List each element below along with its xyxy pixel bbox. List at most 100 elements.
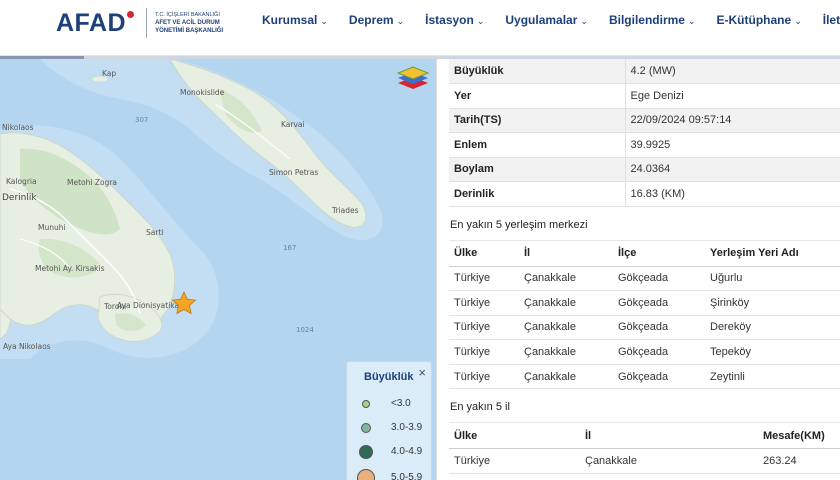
legend-circle-icon — [357, 469, 375, 480]
map-label: Metohi Zogra — [67, 178, 117, 187]
table-cell: 263.24 — [758, 448, 840, 475]
table-cell: Zeytinli — [705, 364, 840, 390]
detail-value: 4.2 (MW) — [624, 59, 840, 84]
chevron-down-icon: ⌄ — [396, 16, 405, 26]
legend-item: <3.0 — [347, 395, 433, 415]
detail-row: Tarih(TS) 22/09/2024 09:57:14 — [449, 108, 840, 133]
settlements-title: En yakın 5 yerleşim merkezi — [450, 218, 588, 231]
nav-label: Deprem — [348, 13, 394, 27]
column-header: İlçe — [613, 239, 705, 267]
map-label: Kalogria — [6, 177, 37, 186]
detail-key: Derinlik — [449, 181, 625, 207]
nav-kurumsal[interactable]: Kurumsal ⌄ — [262, 13, 328, 27]
table-cell: Çanakkale — [519, 339, 613, 365]
table-cell: Türkiye — [449, 473, 580, 480]
table-cell: Türkiye — [449, 364, 519, 390]
table-cell: Çanakkale — [519, 290, 613, 316]
map-label: Triades — [331, 206, 359, 215]
nav-label: Uygulamalar — [505, 13, 578, 27]
table-cell: Gökçeada — [613, 290, 705, 316]
nav-uygulamalar[interactable]: Uygulamalar ⌄ — [505, 13, 588, 27]
detail-key: Tarih(TS) — [449, 108, 625, 133]
map-label: Aya Nikolaos — [3, 342, 51, 351]
detail-row: Yer Ege Denizi — [449, 83, 840, 109]
logo-sub-line: T.C. İÇİŞLERİ BAKANLIĞI — [155, 12, 220, 18]
table-row: Türkiye Çanakkale Gökçeada Tepeköy — [449, 339, 840, 365]
legend-item: 4.0-4.9 — [347, 443, 433, 463]
afad-logo[interactable]: AFAD T.C. İÇİŞLERİ BAKANLIĞI AFET VE ACİ… — [56, 8, 223, 38]
legend-item: 3.0-3.9 — [347, 419, 433, 439]
nav-iletisim[interactable]: İletişim⌄ — [823, 13, 840, 27]
map-label: Derinlik — [2, 193, 37, 203]
chevron-down-icon: ⌄ — [476, 16, 485, 26]
layers-button[interactable] — [394, 65, 432, 101]
legend-label: 3.0-3.9 — [391, 422, 423, 433]
chevron-down-icon: ⌄ — [580, 16, 588, 26]
provinces-table: Ülke İl Mesafe(KM) Türkiye Çanakkale 263.2… — [449, 422, 840, 480]
detail-value: 22/09/2024 09:57:14 — [624, 108, 840, 133]
chevron-down-icon: ⌄ — [687, 16, 696, 26]
details-table: Büyüklük 4.2 (MW) Yer Ege Denizi Tarih(TS)… — [449, 59, 840, 207]
table-row: Türkiye Çanakkale Gökçeada Uğurlu — [449, 266, 840, 292]
table-cell: Çanakkale — [519, 364, 613, 390]
chevron-down-icon: ⌄ — [320, 16, 328, 26]
table-cell: Gökçeada — [613, 315, 705, 341]
map-label: Monokislide — [180, 88, 225, 97]
provinces-title: En yakın 5 il — [450, 401, 510, 414]
column-header: Yerleşim Yeri Adı — [705, 239, 840, 267]
table-cell: Gökçeada — [613, 364, 705, 390]
table-row: Türkiye Çanakkale Gökçeada Dereköy — [449, 315, 840, 341]
column-header: İl — [519, 239, 613, 267]
table-cell: Edirne — [580, 473, 758, 480]
detail-row: Boylam 24.0364 — [449, 157, 840, 182]
settlements-table: Ülke İl İlçe Yerleşim Yeri Adı Türkiye Ça… — [449, 239, 840, 390]
detail-value: Ege Denizi — [624, 83, 840, 109]
nav-deprem[interactable]: Deprem ⌄ — [349, 13, 404, 27]
logo-dot-icon — [127, 10, 135, 18]
legend-label: 4.0-4.9 — [391, 446, 423, 457]
table-header-row: Ülke İl İlçe Yerleşim Yeri Adı — [449, 239, 840, 267]
logo-subtitle: T.C. İÇİŞLERİ BAKANLIĞI AFET VE ACİL DUR… — [155, 11, 223, 35]
table-row: Türkiye Çanakkale 263.24 — [449, 448, 840, 475]
nav-istasyon[interactable]: İstasyon ⌄ — [425, 13, 484, 27]
depth-label: 307 — [135, 116, 148, 124]
table-cell: Tepeköy — [705, 339, 840, 365]
table-cell: Gökçeada — [613, 266, 705, 292]
table-cell: Türkiye — [449, 448, 580, 475]
detail-key: Enlem — [449, 132, 625, 158]
table-cell: Çanakkale — [519, 266, 613, 292]
site-header: AFAD T.C. İÇİŞLERİ BAKANLIĞI AFET VE ACİ… — [0, 0, 840, 56]
legend-item: 5.0-5.9 — [347, 469, 433, 480]
detail-key: Yer — [449, 83, 625, 109]
table-row: Türkiye Çanakkale Gökçeada Zeytinli — [449, 364, 840, 390]
table-cell: Türkiye — [449, 266, 519, 292]
logo-wordmark: AFAD — [56, 8, 127, 37]
map-label: Munuhi — [38, 223, 66, 232]
nav-bilgilendirme[interactable]: Bilgilendirme ⌄ — [609, 13, 696, 27]
table-cell: Gökçeada — [613, 339, 705, 365]
map-label: Nikolaos — [2, 123, 34, 132]
depth-label: 167 — [283, 244, 296, 252]
detail-value: 16.83 (KM) — [624, 181, 840, 207]
table-cell: 335.88 — [758, 473, 840, 480]
nav-e-kutuphane[interactable]: E-Kütüphane ⌄ — [717, 13, 802, 27]
legend-circle-icon — [359, 445, 373, 459]
column-header: Ülke — [449, 422, 580, 450]
logo-separator — [146, 8, 148, 38]
table-cell: Türkiye — [449, 315, 519, 341]
detail-key: Boylam — [449, 157, 625, 182]
close-icon[interactable]: × — [418, 365, 426, 380]
earthquake-map[interactable]: Kap Monokislide 307 Karvai Nikolaos Kalo… — [0, 59, 436, 480]
detail-row: Derinlik 16.83 (KM) — [449, 181, 840, 207]
legend-title: Büyüklük — [364, 371, 414, 383]
table-cell: Çanakkale — [519, 315, 613, 341]
main-nav: Kurumsal ⌄ Deprem ⌄ İstasyon ⌄ Uygulamalar ⌄… — [262, 13, 840, 27]
chevron-down-icon: ⌄ — [794, 16, 802, 26]
map-label: Aya Dionisyatika — [117, 301, 179, 310]
map-label: Toroni — [103, 302, 126, 311]
nav-label: Kurumsal — [262, 13, 318, 27]
legend-circle-icon — [361, 423, 371, 433]
table-row: Türkiye Çanakkale Gökçeada Şirinköy — [449, 290, 840, 316]
column-header: Ülke — [449, 239, 519, 267]
table-cell: Çanakkale — [580, 448, 758, 475]
